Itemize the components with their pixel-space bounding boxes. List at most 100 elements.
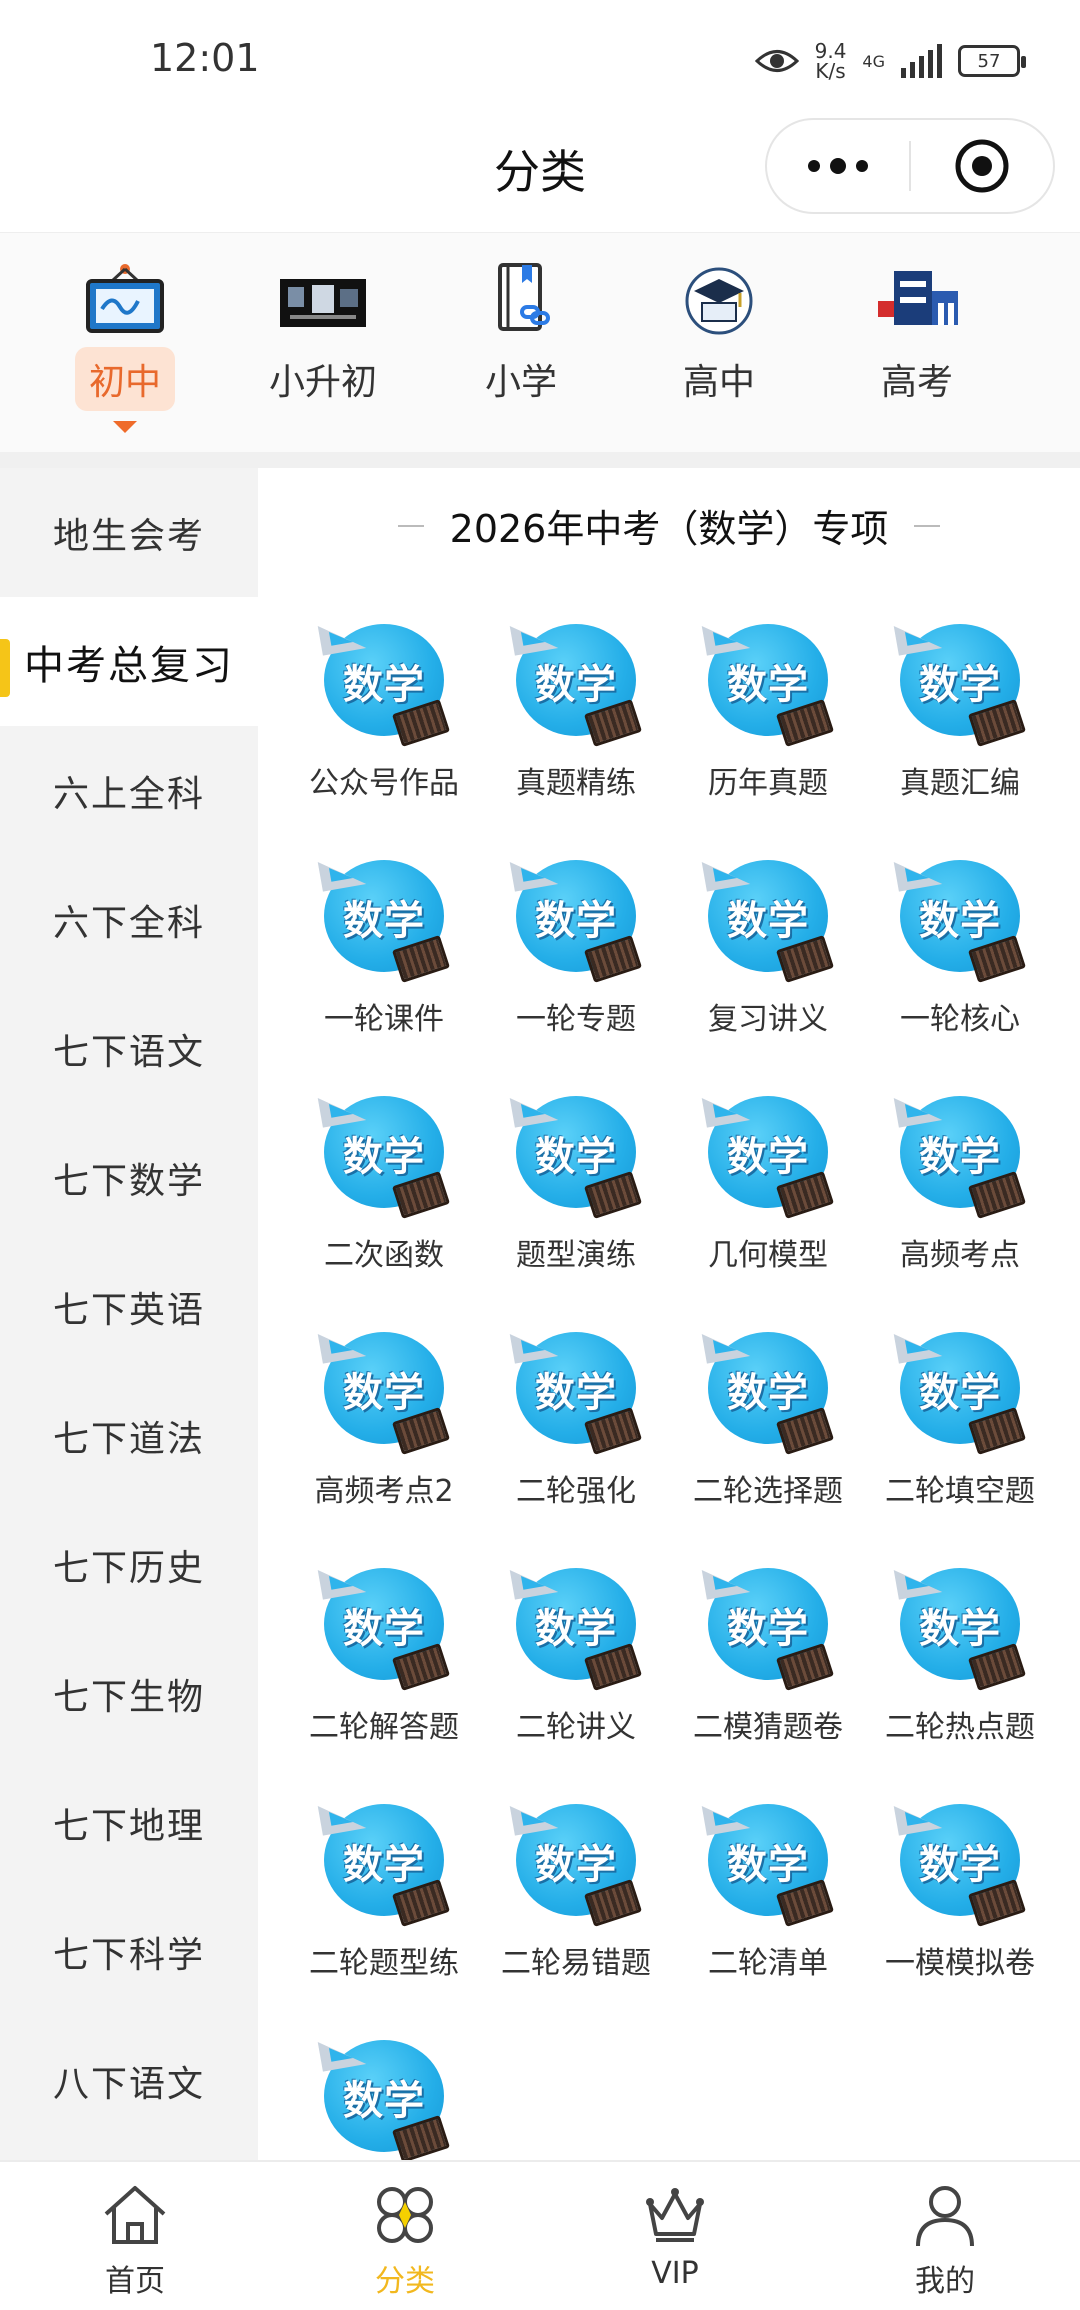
sidebar-item[interactable]: 八下语文 xyxy=(0,2016,258,2145)
subcategory-item[interactable]: 数学 历年真题 xyxy=(672,616,864,852)
dot-icon xyxy=(808,160,820,172)
subcategory-item[interactable]: 数学 二轮选择题 xyxy=(672,1324,864,1560)
thumb-word: 数学 xyxy=(343,662,425,708)
subcategory-item[interactable]: 数学 高频考点2 xyxy=(288,1324,480,1560)
signal-icon xyxy=(901,44,942,78)
subcategory-item[interactable]: 数学 二轮易错题 xyxy=(480,1796,672,2032)
sidebar-item[interactable]: 七下语文 xyxy=(0,984,258,1113)
subcategory-item[interactable]: 数学 一模模拟卷 xyxy=(864,1796,1056,2032)
subcategory-item[interactable]: 数学 二轮讲义 xyxy=(480,1560,672,1796)
level-tab-primary[interactable]: 小学 xyxy=(436,263,606,443)
nav-label: VIP xyxy=(651,2256,699,2291)
subcategory-label: 二轮解答题 xyxy=(309,1710,459,1745)
subcategory-label: 二轮填空题 xyxy=(885,1474,1035,1509)
sidebar-item[interactable]: 七下科学 xyxy=(0,1887,258,2016)
sidebar-item[interactable]: 七下道法 xyxy=(0,1371,258,1500)
subcategory-item[interactable]: 数学 几何模型 xyxy=(672,1088,864,1324)
math-thumbnail-icon: 数学 xyxy=(508,1560,644,1691)
dot-icon xyxy=(830,158,846,174)
more-button[interactable] xyxy=(767,120,909,212)
subcategory-item[interactable]: 数学 二轮填空题 xyxy=(864,1324,1056,1560)
subcategory-label: 二轮易错题 xyxy=(501,1946,651,1981)
math-thumbnail-icon: 数学 xyxy=(892,616,1028,747)
thumb-word: 数学 xyxy=(919,1370,1001,1416)
thumb-word: 数学 xyxy=(727,1134,809,1180)
subcategory-item[interactable]: 数学 高频考点 xyxy=(864,1088,1056,1324)
subcategory-label: 二轮热点题 xyxy=(885,1710,1035,1745)
math-thumbnail-icon: 数学 xyxy=(316,1088,452,1219)
math-thumbnail-icon: 数学 xyxy=(316,616,452,747)
battery-icon: 57 xyxy=(958,45,1026,77)
subcategory-item[interactable]: 数学 二轮清单 xyxy=(672,1796,864,2032)
sidebar-item[interactable]: 六上全科 xyxy=(0,726,258,855)
math-thumbnail-icon: 数学 xyxy=(316,852,452,983)
subcategory-label: 一轮课件 xyxy=(324,1002,444,1037)
sidebar-item[interactable]: 七下数学 xyxy=(0,1113,258,1242)
thumb-word: 数学 xyxy=(343,1606,425,1652)
section-divider xyxy=(0,452,1080,468)
level-label: 小学 xyxy=(484,362,557,403)
close-miniapp-button[interactable] xyxy=(911,120,1053,212)
subcategory-item[interactable]: 数学 真题精练 xyxy=(480,616,672,852)
level-tab-gaokao[interactable]: 高考 xyxy=(832,263,1002,443)
level-tab-primary-to-junior[interactable]: 小升初 xyxy=(238,263,408,443)
math-thumbnail-icon: 数学 xyxy=(700,1560,836,1691)
subcategory-item[interactable]: 数学 公众号作品 xyxy=(288,616,480,852)
subcategory-item[interactable]: 数学 二轮热点题 xyxy=(864,1560,1056,1796)
subcategory-item[interactable]: 数学 二轮解答题 xyxy=(288,1560,480,1796)
thumb-word: 数学 xyxy=(343,1134,425,1180)
sidebar-item[interactable]: 七下地理 xyxy=(0,1758,258,1887)
nav-vip[interactable]: VIP xyxy=(540,2162,810,2310)
subcategory-item[interactable]: 数学 题型演练 xyxy=(480,1088,672,1324)
subcategory-label: 题型演练 xyxy=(516,1238,636,1273)
subcategory-label: 公众号作品 xyxy=(309,766,459,801)
category-sidebar: 地生会考 中考总复习 六上全科 六下全科 七下语文 七下数学 七下英语 七下道法… xyxy=(0,468,258,2160)
subcategory-item[interactable]: 数学 一轮核心 xyxy=(864,852,1056,1088)
nav-label: 我的 xyxy=(915,2264,975,2299)
nav-mine[interactable]: 我的 xyxy=(810,2162,1080,2310)
level-tab-junior-high[interactable]: 初中 xyxy=(40,263,210,443)
crown-icon xyxy=(646,2188,704,2242)
sidebar-item[interactable]: 六下全科 xyxy=(0,855,258,984)
status-bar: 12:01 9.4 K/s 4G 57 xyxy=(0,0,1080,120)
title-dash xyxy=(397,524,424,527)
thumb-word: 数学 xyxy=(727,662,809,708)
subcategory-item[interactable]: 数学 一轮专题 xyxy=(480,852,672,1088)
dot-icon xyxy=(856,160,868,172)
subcategory-item[interactable]: 数学 二模猜题卷 xyxy=(672,1560,864,1796)
thumb-word: 数学 xyxy=(727,1842,809,1888)
subcategory-label: 复习讲义 xyxy=(708,1002,828,1037)
thumb-word: 数学 xyxy=(535,1842,617,1888)
user-icon xyxy=(916,2186,974,2247)
sidebar-item[interactable]: 七下生物 xyxy=(0,1629,258,1758)
nav-home[interactable]: 首页 xyxy=(0,2162,270,2310)
level-tabs: 初中 小升初 小学 高中 高考 xyxy=(0,232,1080,452)
subcategory-label: 历年真题 xyxy=(708,766,828,801)
subcategory-item[interactable]: 数学 二次函数 xyxy=(288,1088,480,1324)
sidebar-item[interactable]: 七下历史 xyxy=(0,1500,258,1629)
math-thumbnail-icon: 数学 xyxy=(700,1324,836,1455)
thumb-word: 数学 xyxy=(919,1606,1001,1652)
level-label: 高中 xyxy=(682,362,755,403)
subcategory-item[interactable]: 数学 真题汇编 xyxy=(864,616,1056,852)
subcategory-item[interactable]: 数学 二轮题型练 xyxy=(288,1796,480,2032)
subcategory-item[interactable]: 数学 复习讲义 xyxy=(672,852,864,1088)
sidebar-item[interactable]: 七下英语 xyxy=(0,1242,258,1371)
level-tab-senior-high[interactable]: 高中 xyxy=(634,263,804,443)
nav-category[interactable]: 分类 xyxy=(270,2162,540,2310)
category-icon xyxy=(377,2187,433,2243)
status-time: 12:01 xyxy=(150,36,260,80)
subcategory-item[interactable]: 数学 二轮强化 xyxy=(480,1324,672,1560)
math-thumbnail-icon: 数学 xyxy=(316,1560,452,1691)
sidebar-item[interactable]: 地生会考 xyxy=(0,468,258,597)
math-thumbnail-icon: 数学 xyxy=(700,1796,836,1927)
subcategory-label: 二轮清单 xyxy=(708,1946,828,1981)
math-thumbnail-icon: 数学 xyxy=(316,2032,452,2160)
subcategory-label: 一轮核心 xyxy=(900,1002,1020,1037)
sidebar-item-active[interactable]: 中考总复习 xyxy=(0,597,258,726)
math-thumbnail-icon: 数学 xyxy=(316,1796,452,1927)
home-icon xyxy=(104,2186,166,2244)
gaokao-logo-icon xyxy=(878,271,958,325)
subcategory-item[interactable]: 数学 一轮课件 xyxy=(288,852,480,1088)
subcategory-item[interactable]: 数学 xyxy=(288,2032,480,2160)
